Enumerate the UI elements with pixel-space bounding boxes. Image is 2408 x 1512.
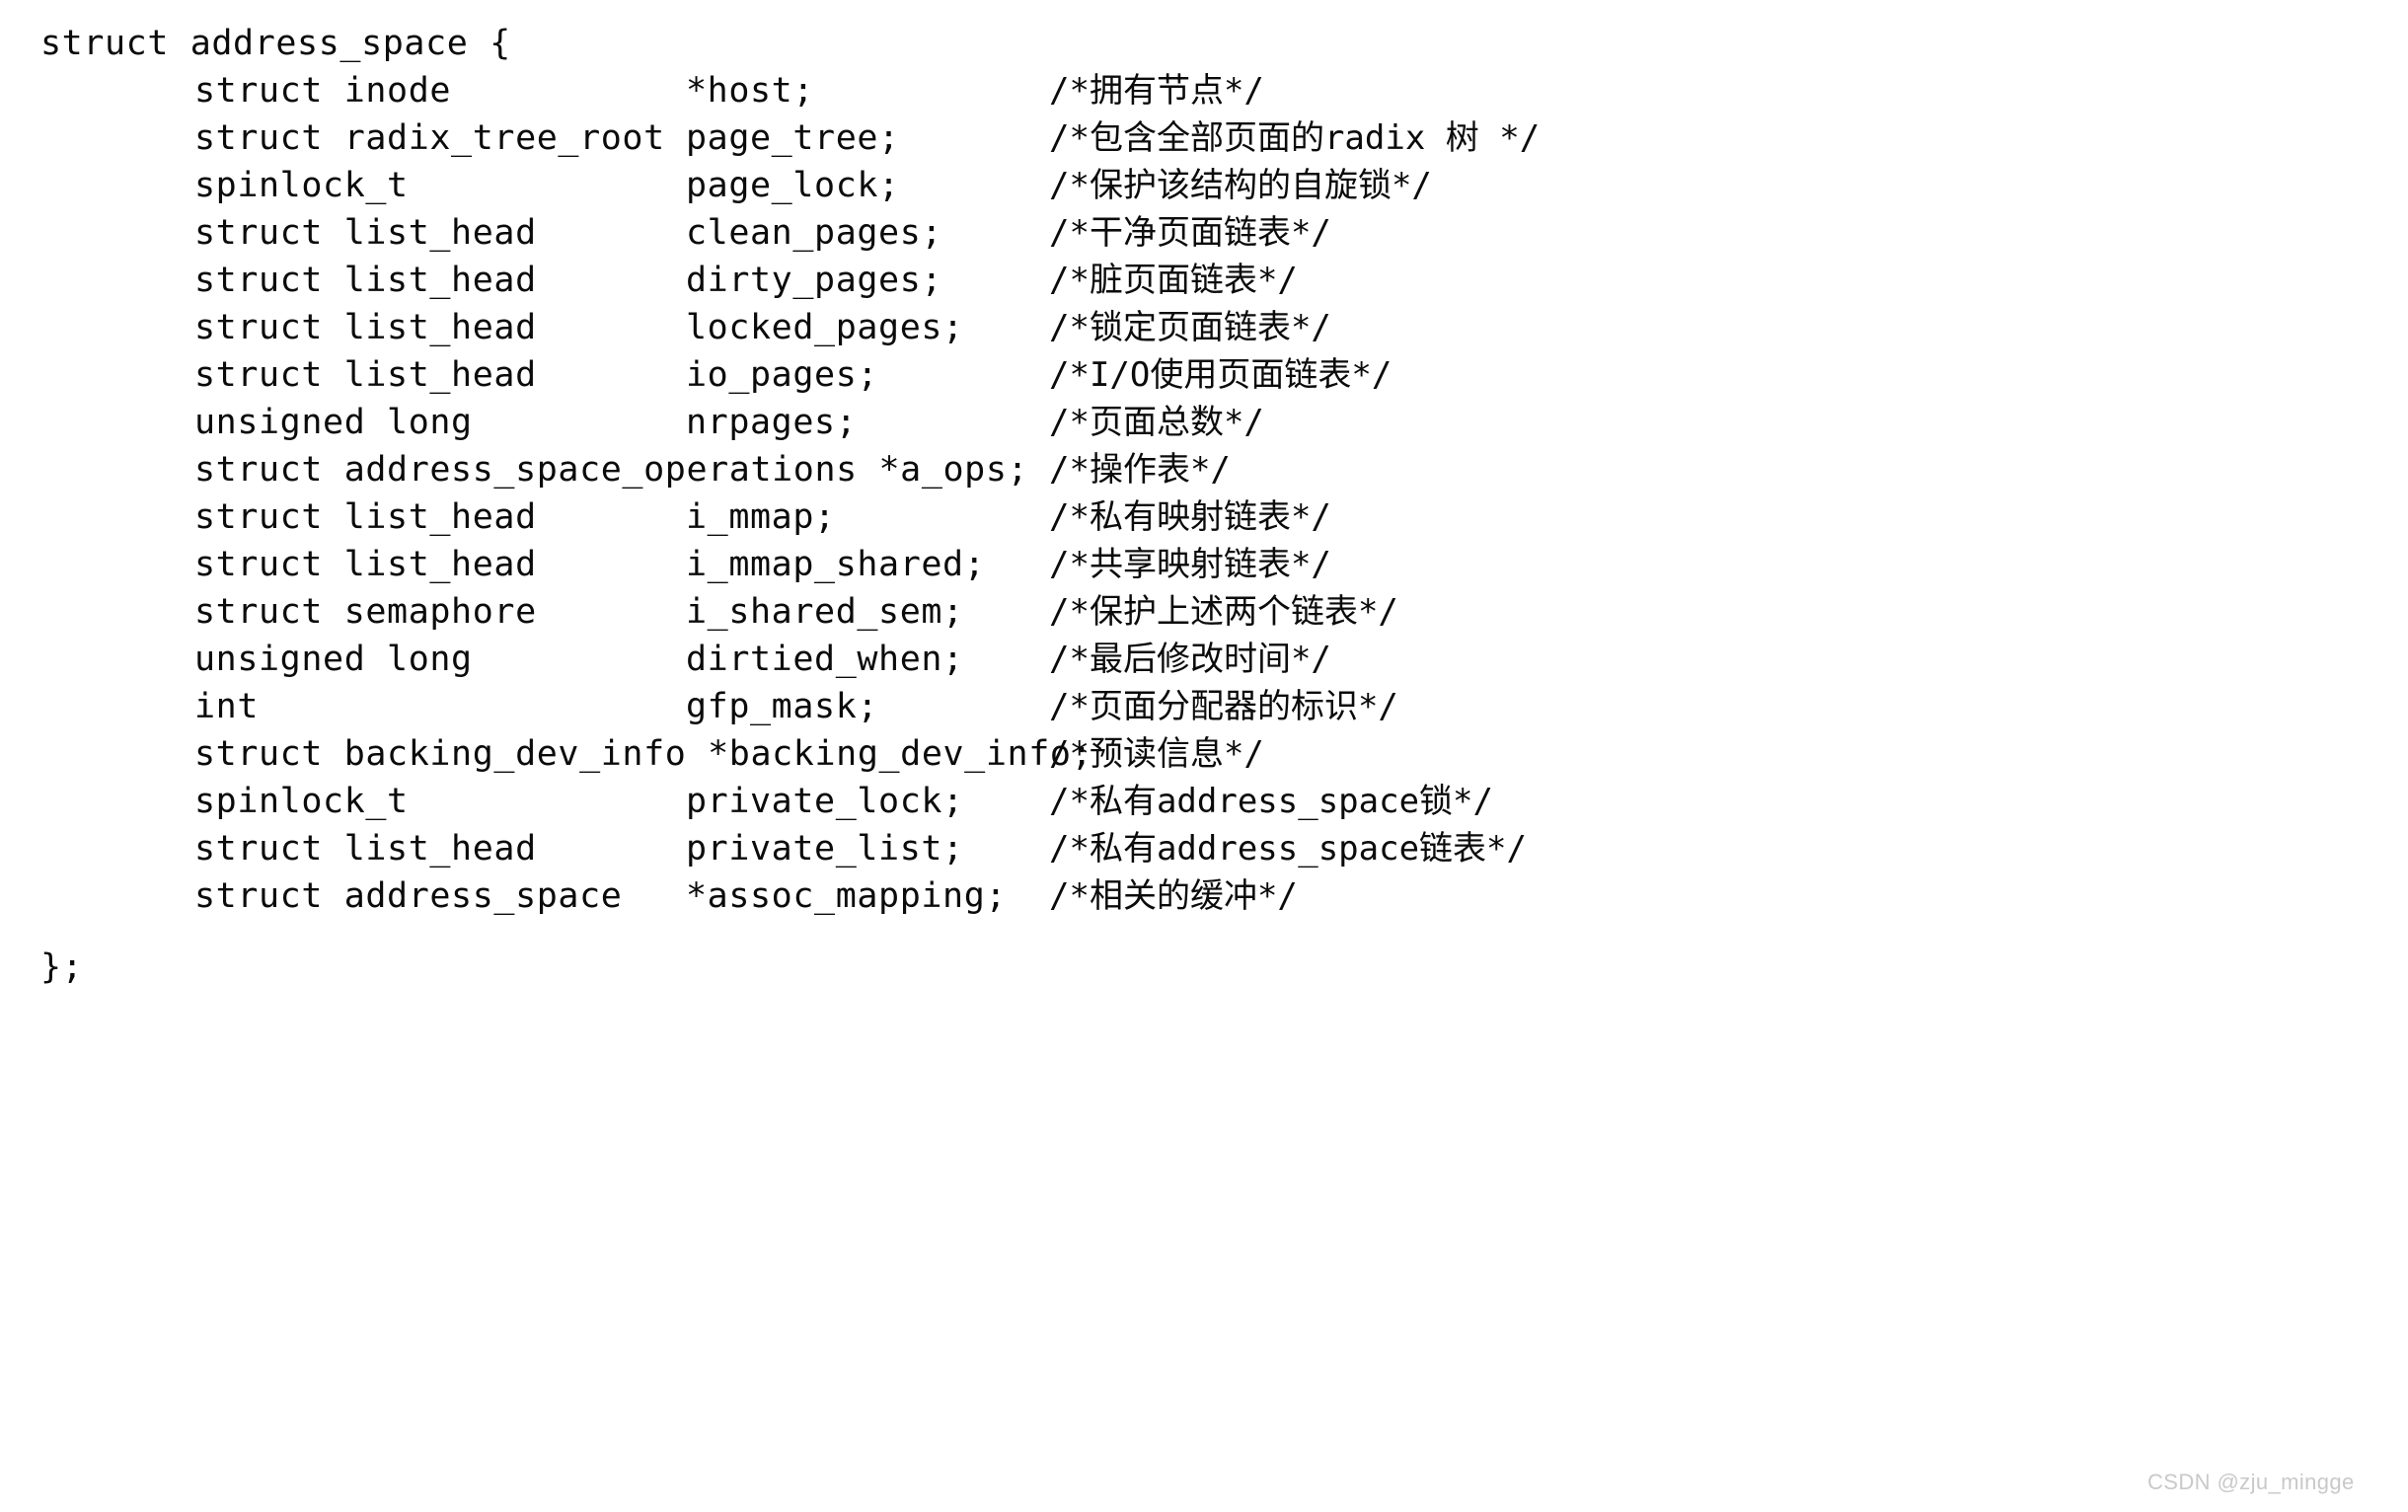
field-comment: /*拥有节点*/ bbox=[1049, 71, 1264, 111]
field-comment: /*页面总数*/ bbox=[1049, 403, 1264, 442]
field-name: dirty_pages; bbox=[686, 261, 943, 300]
struct-opening-text: struct address_space { bbox=[40, 24, 511, 63]
field-comment: /*预读信息*/ bbox=[1049, 734, 1264, 774]
struct-closing-line: }; bbox=[0, 944, 2408, 991]
field-name: dirtied_when; bbox=[686, 640, 964, 679]
struct-field-row: spinlock_t private_lock; /*私有address_space… bbox=[0, 778, 2408, 825]
field-comment: /*锁定页面链表*/ bbox=[1049, 308, 1331, 347]
struct-field-row: struct inode *host; /*拥有节点*/ bbox=[0, 67, 2408, 114]
field-comment: /*私有address_space链表*/ bbox=[1049, 829, 1527, 869]
field-type: int bbox=[194, 687, 260, 726]
field-type: struct list_head bbox=[194, 829, 537, 869]
field-comment: /*干净页面链表*/ bbox=[1049, 213, 1331, 253]
csdn-watermark: CSDN @zju_mingge bbox=[2147, 1470, 2355, 1494]
field-type: struct list_head bbox=[194, 213, 537, 253]
struct-field-row: struct backing_dev_info *backing_dev_inf… bbox=[0, 730, 2408, 778]
field-type: struct list_head bbox=[194, 497, 537, 537]
struct-field-row: unsigned long dirtied_when; /*最后修改时间*/ bbox=[0, 636, 2408, 683]
field-name: page_lock; bbox=[686, 166, 900, 205]
field-type: struct list_head bbox=[194, 261, 537, 300]
field-type: struct inode bbox=[194, 71, 452, 111]
field-comment: /*相关的缓冲*/ bbox=[1049, 876, 1298, 916]
field-comment: /*脏页面链表*/ bbox=[1049, 261, 1298, 300]
struct-field-row: struct list_head io_pages; /*I/O使用页面链表*/ bbox=[0, 351, 2408, 399]
field-name: nrpages; bbox=[686, 403, 858, 442]
field-name: i_mmap_shared; bbox=[686, 545, 986, 584]
field-type: struct address_space bbox=[194, 876, 623, 916]
field-type: struct address_space_operations *a_ops; bbox=[194, 450, 1029, 490]
struct-field-row: struct list_head i_mmap_shared; /*共享映射链表*/ bbox=[0, 541, 2408, 588]
field-name: locked_pages; bbox=[686, 308, 964, 347]
field-type: struct list_head bbox=[194, 355, 537, 395]
struct-field-row: struct list_head locked_pages; /*锁定页面链表*/ bbox=[0, 304, 2408, 351]
field-name: *host; bbox=[686, 71, 815, 111]
field-type: spinlock_t bbox=[194, 166, 409, 205]
field-type: struct list_head bbox=[194, 545, 537, 584]
struct-field-row: struct radix_tree_root page_tree; /*包含全部页面… bbox=[0, 114, 2408, 162]
field-type: struct list_head bbox=[194, 308, 537, 347]
field-name: private_lock; bbox=[686, 782, 964, 821]
field-type: struct backing_dev_info *backing_dev_inf… bbox=[194, 734, 1093, 774]
field-name: page_tree; bbox=[686, 118, 900, 158]
field-type: struct semaphore bbox=[194, 592, 537, 632]
field-type: spinlock_t bbox=[194, 782, 409, 821]
struct-field-row: struct list_head i_mmap; /*私有映射链表*/ bbox=[0, 493, 2408, 541]
struct-field-row: struct semaphore i_shared_sem; /*保护上述两个链表*… bbox=[0, 588, 2408, 636]
struct-opening-line: struct address_space { bbox=[0, 20, 2408, 67]
code-listing: struct address_space { struct inode *host… bbox=[0, 0, 2408, 1512]
field-comment: /*包含全部页面的radix 树 */ bbox=[1049, 118, 1541, 158]
struct-field-row: struct list_head clean_pages; /*干净页面链表*/ bbox=[0, 209, 2408, 257]
struct-field-row: struct list_head private_list; /*私有address… bbox=[0, 825, 2408, 872]
field-name: clean_pages; bbox=[686, 213, 943, 253]
field-name: private_list; bbox=[686, 829, 964, 869]
struct-field-row: struct address_space_operations *a_ops; /… bbox=[0, 446, 2408, 493]
field-name: i_shared_sem; bbox=[686, 592, 964, 632]
field-name: *assoc_mapping; bbox=[686, 876, 1008, 916]
field-comment: /*共享映射链表*/ bbox=[1049, 545, 1331, 584]
struct-field-row: int gfp_mask; /*页面分配器的标识*/ bbox=[0, 683, 2408, 730]
field-comment: /*页面分配器的标识*/ bbox=[1049, 687, 1398, 726]
field-name: gfp_mask; bbox=[686, 687, 879, 726]
field-comment: /*保护上述两个链表*/ bbox=[1049, 592, 1398, 632]
struct-field-row: struct list_head dirty_pages; /*脏页面链表*/ bbox=[0, 257, 2408, 304]
struct-field-row: spinlock_t page_lock; /*保护该结构的自旋锁*/ bbox=[0, 162, 2408, 209]
field-comment: /*私有address_space锁*/ bbox=[1049, 782, 1493, 821]
field-comment: /*操作表*/ bbox=[1049, 450, 1231, 490]
field-type: struct radix_tree_root bbox=[194, 118, 665, 158]
struct-field-row: unsigned long nrpages; /*页面总数*/ bbox=[0, 399, 2408, 446]
field-comment: /*最后修改时间*/ bbox=[1049, 640, 1331, 679]
field-comment: /*私有映射链表*/ bbox=[1049, 497, 1331, 537]
struct-closing-text: }; bbox=[40, 947, 84, 987]
field-type: unsigned long bbox=[194, 640, 473, 679]
field-name: i_mmap; bbox=[686, 497, 836, 537]
struct-field-row: struct address_space *assoc_mapping; /*相关的… bbox=[0, 872, 2408, 920]
field-comment: /*保护该结构的自旋锁*/ bbox=[1049, 166, 1432, 205]
field-type: unsigned long bbox=[194, 403, 473, 442]
field-name: io_pages; bbox=[686, 355, 879, 395]
field-comment: /*I/O使用页面链表*/ bbox=[1049, 355, 1392, 395]
